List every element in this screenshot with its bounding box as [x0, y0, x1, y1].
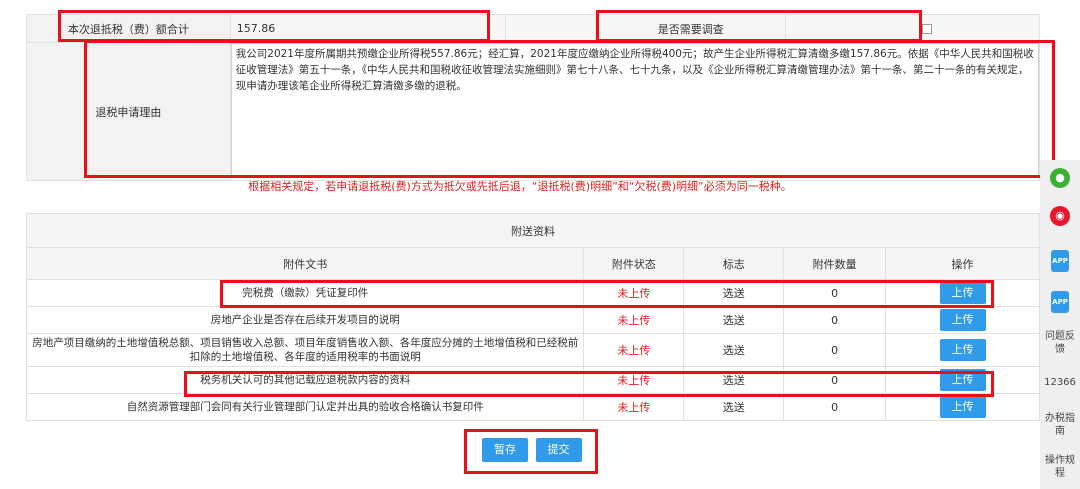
upload-button[interactable]: 上传	[939, 369, 986, 391]
col-header-status: 附件状态	[583, 247, 685, 280]
attachment-status: 未上传	[583, 306, 685, 334]
attachment-status: 未上传	[583, 279, 685, 307]
attachment-doc-name: 房地产项目缴纳的土地增值税总额、项目销售收入总额、项目年度销售收入额、各年度应分…	[25, 333, 585, 367]
attachment-flag: 选送	[683, 279, 785, 307]
attachment-doc-name: 完税费（缴款）凭证复印件	[25, 279, 585, 307]
sidebar-feedback[interactable]: 问题反馈	[1045, 330, 1075, 356]
table-row: 房地产企业是否存在后续开发项目的说明 未上传 选送 0 上传	[25, 306, 1040, 334]
upload-button[interactable]: 上传	[939, 396, 986, 418]
sidebar-rules[interactable]: 操作规程	[1045, 454, 1075, 480]
sidebar-wechat[interactable]: ●	[1040, 168, 1080, 188]
attachment-flag: 选送	[683, 333, 785, 367]
app-icon: APP	[1051, 291, 1069, 313]
form-actions: 暂存 提交	[482, 438, 586, 462]
col-header-doc: 附件文书	[25, 247, 585, 280]
attachment-doc-name: 自然资源管理部门会同有关行业管理部门认定并出具的验收合格确认书复印件	[25, 393, 585, 421]
attachment-doc-name: 房地产企业是否存在后续开发项目的说明	[25, 306, 585, 334]
upload-button[interactable]: 上传	[939, 339, 986, 361]
weibo-icon: ◉	[1050, 206, 1070, 226]
attachments-caption: 附送资料	[26, 213, 1040, 248]
attachment-flag: 选送	[683, 393, 785, 421]
refund-total-label: 本次退抵税（费）额合计	[26, 14, 231, 43]
table-row: 完税费（缴款）凭证复印件 未上传 选送 0 上传	[25, 279, 1040, 307]
refund-application-page: 本次退抵税（费）额合计 157.86 是否需要调查 退税申请理由 我公司2021…	[0, 0, 1055, 489]
attachment-count: 0	[783, 366, 887, 394]
upload-button[interactable]: 上传	[939, 309, 986, 331]
sidebar-hotline[interactable]: 12366	[1040, 376, 1080, 389]
attachment-count: 0	[783, 279, 887, 307]
upload-button[interactable]: 上传	[939, 282, 986, 304]
sidebar-weibo[interactable]: ◉	[1040, 206, 1080, 226]
sidebar-app-2[interactable]: APP	[1040, 291, 1080, 313]
attachment-count: 0	[783, 306, 887, 334]
attachment-status: 未上传	[583, 333, 685, 367]
attachment-status: 未上传	[583, 393, 685, 421]
attachment-flag: 选送	[683, 306, 785, 334]
attachment-count: 0	[783, 333, 887, 367]
save-draft-button[interactable]: 暂存	[482, 438, 528, 462]
app-icon: APP	[1051, 250, 1069, 272]
need-investigation-checkbox[interactable]	[922, 24, 933, 34]
table-row: 自然资源管理部门会同有关行业管理部门认定并出具的验收合格确认书复印件 未上传 选…	[25, 393, 1040, 421]
attachment-count: 0	[783, 393, 887, 421]
reason-textarea[interactable]: 我公司2021年度所属期共预缴企业所得税557.86元；经汇算，2021年度应缴…	[230, 43, 1039, 177]
notice-text: 根据相关规定，若申请退抵税(费)方式为抵欠或先抵后退，“退抵税(费)明细”和“欠…	[248, 180, 792, 193]
service-sidebar: ● ◉ APP APP 问题反馈 12366 办税指南 操作规程	[1040, 160, 1080, 489]
table-row: 房地产项目缴纳的土地增值税总额、项目销售收入总额、项目年度销售收入额、各年度应分…	[25, 333, 1040, 367]
refund-total-value: 157.86	[229, 14, 507, 43]
need-investigation-label: 是否需要调查	[595, 14, 787, 43]
sidebar-app-1[interactable]: APP	[1040, 250, 1080, 272]
reason-label: 退税申请理由	[26, 42, 231, 181]
attachment-flag: 选送	[683, 366, 785, 394]
wechat-icon: ●	[1050, 168, 1070, 188]
col-header-action: 操作	[885, 247, 1040, 280]
col-header-count: 附件数量	[783, 247, 887, 280]
refund-form-table: 本次退抵税（费）额合计 157.86 是否需要调查 退税申请理由 我公司2021…	[26, 14, 1041, 181]
attachment-status: 未上传	[583, 366, 685, 394]
attachments-table: 附送资料 附件文书 附件状态 标志 附件数量 操作 完税费（缴款）凭证复印件 未…	[25, 213, 1040, 421]
submit-button[interactable]: 提交	[535, 438, 582, 462]
attachment-doc-name: 税务机关认可的其他记载应退税款内容的资料	[25, 366, 585, 394]
col-header-flag: 标志	[683, 247, 785, 280]
table-row: 税务机关认可的其他记载应退税款内容的资料 未上传 选送 0 上传	[25, 366, 1040, 394]
sidebar-guide[interactable]: 办税指南	[1045, 412, 1075, 438]
